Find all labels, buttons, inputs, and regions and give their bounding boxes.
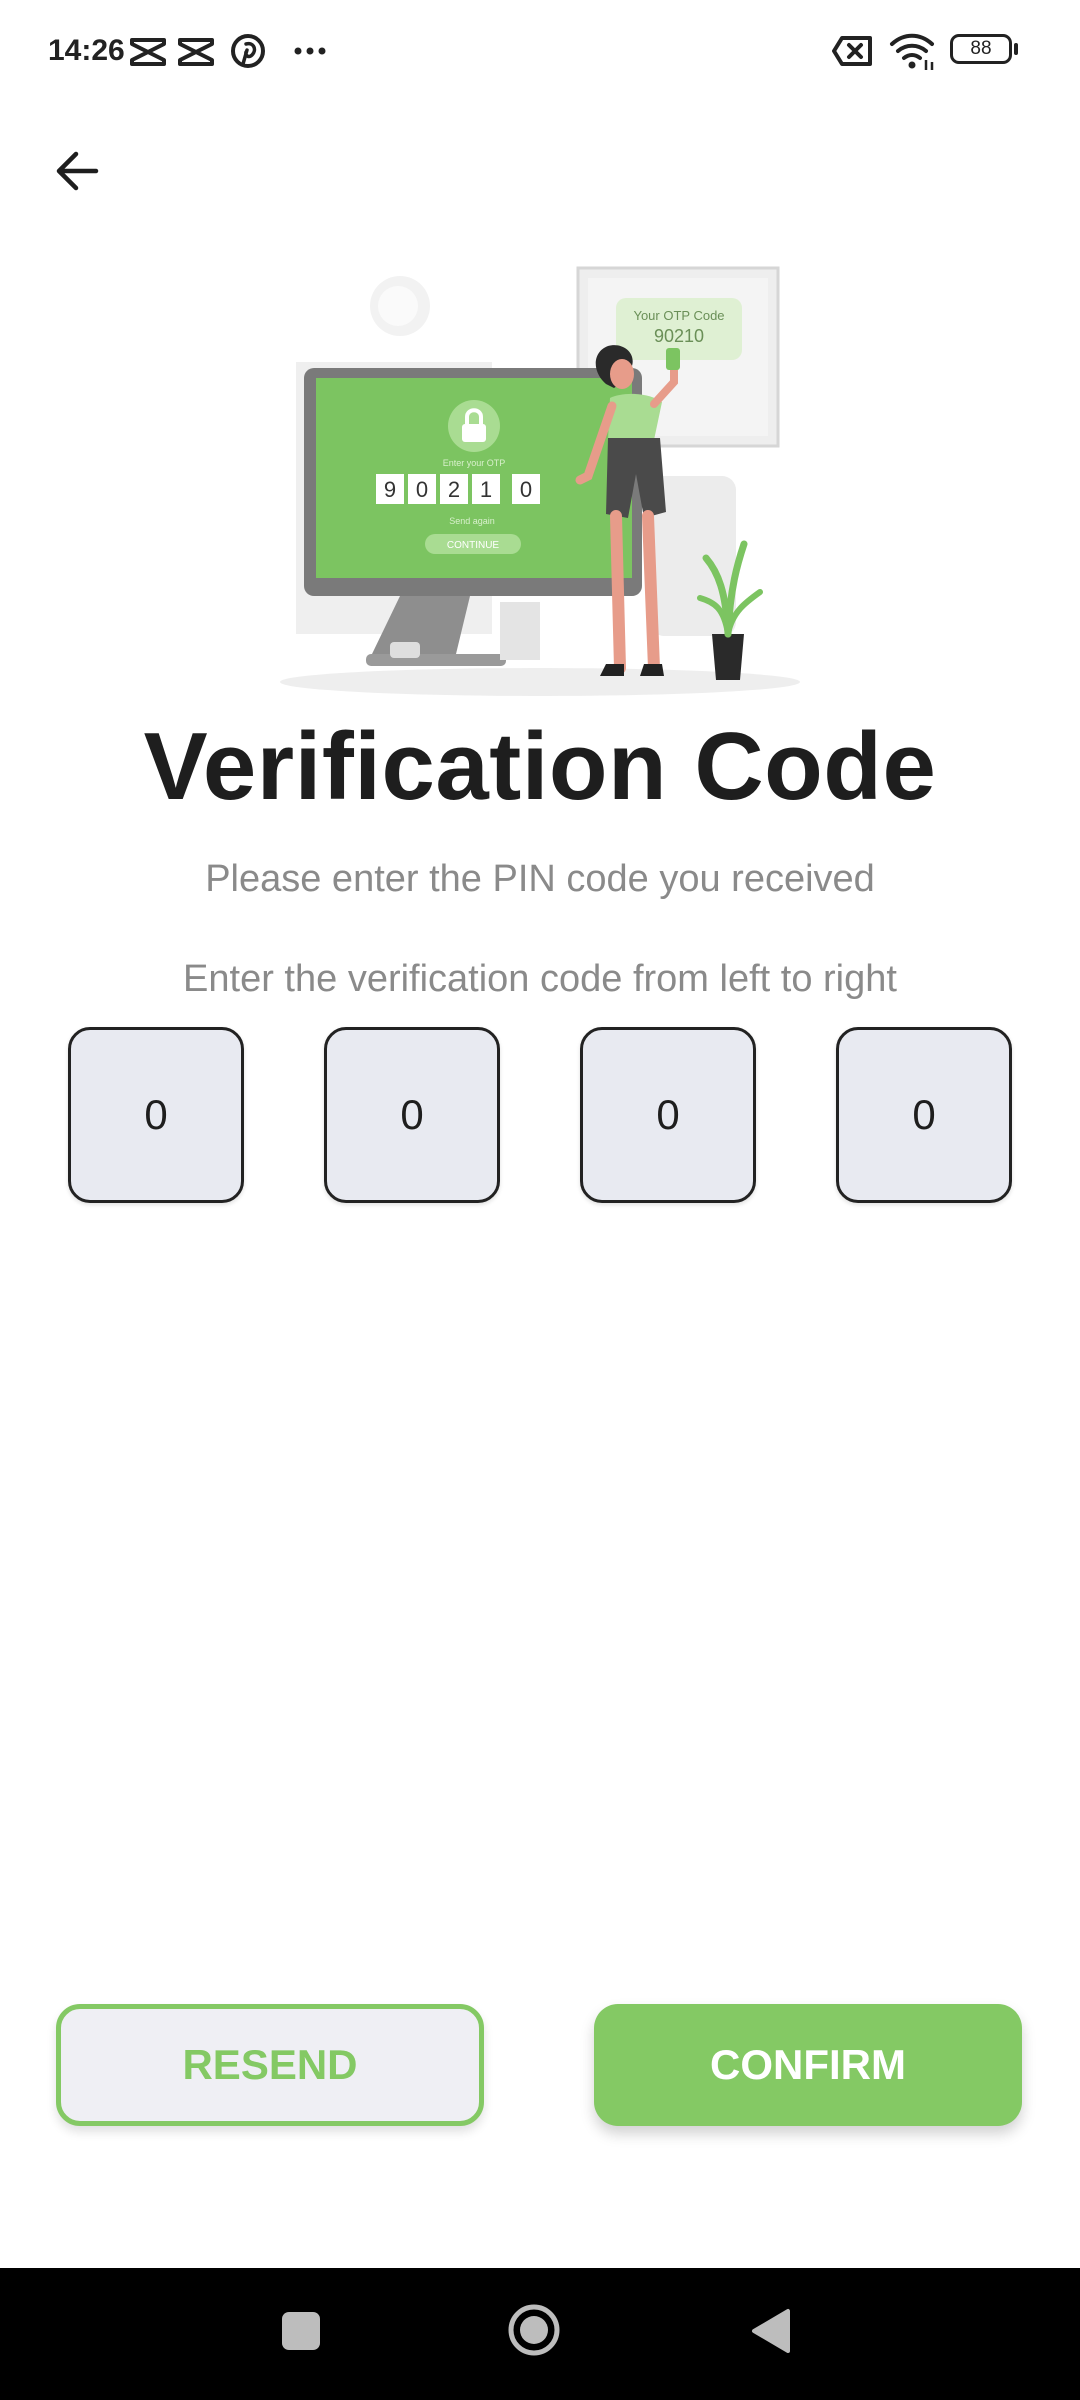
wifi-icon (890, 33, 934, 70)
screen-digit: 2 (448, 477, 460, 502)
screen-digit-boxes: 9 0 2 1 0 (376, 474, 540, 504)
capcut-icon (178, 38, 214, 66)
recents-square-icon[interactable] (282, 2312, 320, 2350)
capcut-icon (130, 38, 166, 66)
pin-digit-1[interactable]: 0 (68, 1027, 244, 1203)
back-triangle-icon[interactable] (748, 2307, 792, 2355)
screen-prompt: Enter your OTP (443, 458, 506, 468)
more-dots-icon (294, 47, 326, 55)
page-subtitle: Please enter the PIN code you received (205, 858, 875, 900)
battery-icon: 88 (950, 34, 1012, 64)
confirm-button[interactable]: CONFIRM (594, 2004, 1022, 2126)
screen-send-again: Send again (449, 516, 495, 526)
screen-digit: 0 (416, 477, 428, 502)
otp-illustration: Your OTP Code 90210 Enter your OTP 9 0 2… (280, 266, 800, 696)
sim-x-icon (832, 36, 872, 66)
status-time: 14:26 (48, 34, 125, 67)
pin-input-row: 0 0 0 0 (68, 1027, 1012, 1203)
screen-continue: CONTINUE (447, 540, 500, 551)
screen-digit: 0 (520, 477, 532, 502)
resend-button[interactable]: RESEND (56, 2004, 484, 2126)
back-button[interactable] (48, 140, 108, 200)
pin-instruction: Enter the verification code from left to… (183, 958, 897, 1000)
status-bar: 14:26 88 (0, 0, 1080, 100)
battery-level: 88 (970, 38, 992, 59)
screen-digit: 9 (384, 477, 396, 502)
pin-digit-4[interactable]: 0 (836, 1027, 1012, 1203)
arrow-left-icon (56, 151, 99, 191)
otp-card-code: 90210 (654, 326, 704, 346)
pin-digit-3[interactable]: 0 (580, 1027, 756, 1203)
otp-card-label: Your OTP Code (633, 308, 724, 323)
battery-cap (1014, 43, 1018, 55)
screen-digit: 1 (480, 477, 492, 502)
home-circle-icon[interactable] (507, 2303, 561, 2357)
page-title: Verification Code (143, 713, 937, 820)
pin-digit-2[interactable]: 0 (324, 1027, 500, 1203)
pinterest-icon (231, 34, 265, 68)
